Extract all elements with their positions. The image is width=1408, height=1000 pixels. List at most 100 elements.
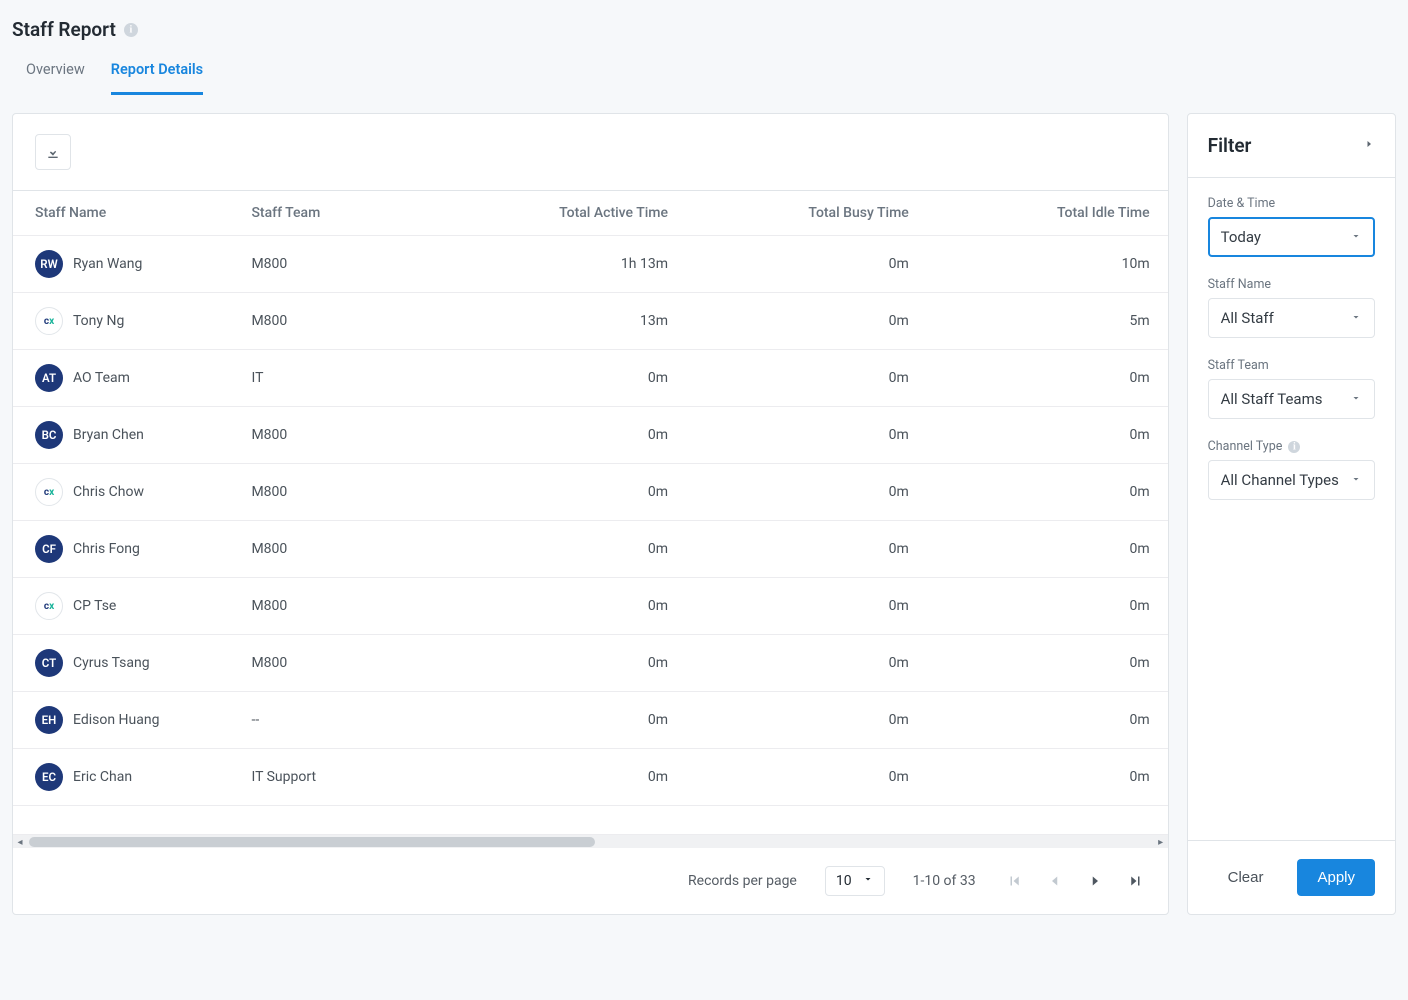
- staff-team: M800: [241, 464, 445, 521]
- col-total-busy[interactable]: Total Busy Time: [686, 191, 927, 236]
- records-per-page-value: 10: [836, 873, 852, 889]
- total-idle-time: 0m: [927, 749, 1168, 806]
- avatar: BC: [35, 421, 63, 449]
- staff-team: M800: [241, 293, 445, 350]
- staff-name: Eric Chan: [73, 769, 132, 785]
- staff-team-select[interactable]: All Staff Teams: [1208, 379, 1375, 419]
- total-busy-time: 0m: [686, 293, 927, 350]
- total-busy-time: 0m: [686, 635, 927, 692]
- info-icon[interactable]: [124, 23, 138, 37]
- table-row[interactable]: cxTony NgM80013m0m5m: [13, 293, 1168, 350]
- caret-down-icon: [1350, 390, 1362, 408]
- pagination: Records per page 10 1-10 of 33: [13, 848, 1168, 914]
- staff-team: M800: [241, 635, 445, 692]
- page-last-button[interactable]: [1124, 870, 1146, 892]
- report-table-card: Staff Name Staff Team Total Active Time …: [12, 113, 1169, 915]
- horizontal-scrollbar[interactable]: ◂ ▸: [13, 834, 1168, 848]
- staff-name: Tony Ng: [73, 313, 124, 329]
- col-total-idle[interactable]: Total Idle Time: [927, 191, 1168, 236]
- channel-type-select[interactable]: All Channel Types: [1208, 460, 1375, 500]
- staff-team: --: [241, 692, 445, 749]
- table-row[interactable]: RWRyan WangM8001h 13m0m10m: [13, 236, 1168, 293]
- staff-team: M800: [241, 578, 445, 635]
- tab-report-details[interactable]: Report Details: [111, 61, 203, 95]
- records-per-page-select[interactable]: 10: [825, 866, 885, 896]
- staff-team-label: Staff Team: [1208, 358, 1375, 373]
- staff-name: Bryan Chen: [73, 427, 144, 443]
- total-idle-time: 0m: [927, 578, 1168, 635]
- table-row[interactable]: CFChris FongM8000m0m0m: [13, 521, 1168, 578]
- records-per-page-label: Records per page: [688, 873, 797, 889]
- total-active-time: 0m: [445, 749, 686, 806]
- table-row[interactable]: BCBryan ChenM8000m0m0m: [13, 407, 1168, 464]
- caret-down-icon: [1350, 228, 1362, 246]
- staff-team: IT: [241, 350, 445, 407]
- info-icon[interactable]: [1288, 441, 1300, 453]
- total-idle-time: 0m: [927, 635, 1168, 692]
- clear-button[interactable]: Clear: [1208, 859, 1284, 896]
- channel-type-value: All Channel Types: [1221, 471, 1339, 489]
- avatar: cx: [35, 478, 63, 506]
- staff-team: M800: [241, 407, 445, 464]
- avatar: cx: [35, 592, 63, 620]
- staff-name: Cyrus Tsang: [73, 655, 150, 671]
- caret-down-icon: [1350, 309, 1362, 327]
- scrollbar-thumb[interactable]: [29, 837, 595, 847]
- date-time-label: Date & Time: [1208, 196, 1375, 211]
- total-busy-time: 0m: [686, 578, 927, 635]
- avatar: CF: [35, 535, 63, 563]
- table-row[interactable]: cxCP TseM8000m0m0m: [13, 578, 1168, 635]
- staff-name-value: All Staff: [1221, 309, 1274, 327]
- total-idle-time: 0m: [927, 350, 1168, 407]
- page-first-button[interactable]: [1004, 870, 1026, 892]
- col-total-active[interactable]: Total Active Time: [445, 191, 686, 236]
- col-staff-team[interactable]: Staff Team: [241, 191, 445, 236]
- staff-name: CP Tse: [73, 598, 116, 614]
- apply-button[interactable]: Apply: [1297, 859, 1375, 896]
- staff-name-select[interactable]: All Staff: [1208, 298, 1375, 338]
- staff-team-value: All Staff Teams: [1221, 390, 1323, 408]
- table-row[interactable]: cxChris ChowM8000m0m0m: [13, 464, 1168, 521]
- pagination-range: 1-10 of 33: [913, 873, 976, 889]
- channel-type-label: Channel Type: [1208, 439, 1283, 454]
- staff-name: AO Team: [73, 370, 130, 386]
- table-row[interactable]: ECEric ChanIT Support0m0m0m: [13, 749, 1168, 806]
- avatar: cx: [35, 307, 63, 335]
- chevron-right-icon: [1363, 138, 1375, 150]
- table-row[interactable]: EHEdison Huang--0m0m0m: [13, 692, 1168, 749]
- page-title: Staff Report: [12, 18, 116, 41]
- total-idle-time: 5m: [927, 293, 1168, 350]
- avatar: AT: [35, 364, 63, 392]
- total-idle-time: 0m: [927, 407, 1168, 464]
- total-busy-time: 0m: [686, 692, 927, 749]
- total-idle-time: 10m: [927, 236, 1168, 293]
- total-active-time: 0m: [445, 521, 686, 578]
- download-icon: [45, 144, 61, 160]
- staff-table: Staff Name Staff Team Total Active Time …: [13, 191, 1168, 806]
- scroll-left-icon[interactable]: ◂: [13, 835, 27, 849]
- total-active-time: 0m: [445, 578, 686, 635]
- avatar: CT: [35, 649, 63, 677]
- filter-title: Filter: [1208, 134, 1252, 157]
- collapse-filter-button[interactable]: [1363, 138, 1375, 154]
- total-busy-time: 0m: [686, 521, 927, 578]
- total-busy-time: 0m: [686, 464, 927, 521]
- filter-panel: Filter Date & Time Today Staff Name Al: [1187, 113, 1396, 915]
- total-active-time: 0m: [445, 635, 686, 692]
- scroll-right-icon[interactable]: ▸: [1154, 835, 1168, 849]
- total-busy-time: 0m: [686, 749, 927, 806]
- page-prev-button[interactable]: [1044, 870, 1066, 892]
- page-next-button[interactable]: [1084, 870, 1106, 892]
- total-busy-time: 0m: [686, 236, 927, 293]
- total-active-time: 0m: [445, 407, 686, 464]
- col-staff-name[interactable]: Staff Name: [13, 191, 241, 236]
- avatar: EC: [35, 763, 63, 791]
- staff-name: Chris Chow: [73, 484, 144, 500]
- tab-overview[interactable]: Overview: [26, 61, 85, 95]
- staff-name: Ryan Wang: [73, 256, 142, 272]
- table-row[interactable]: CTCyrus TsangM8000m0m0m: [13, 635, 1168, 692]
- table-row[interactable]: ATAO TeamIT0m0m0m: [13, 350, 1168, 407]
- total-busy-time: 0m: [686, 350, 927, 407]
- download-button[interactable]: [35, 134, 71, 170]
- date-time-select[interactable]: Today: [1208, 217, 1375, 257]
